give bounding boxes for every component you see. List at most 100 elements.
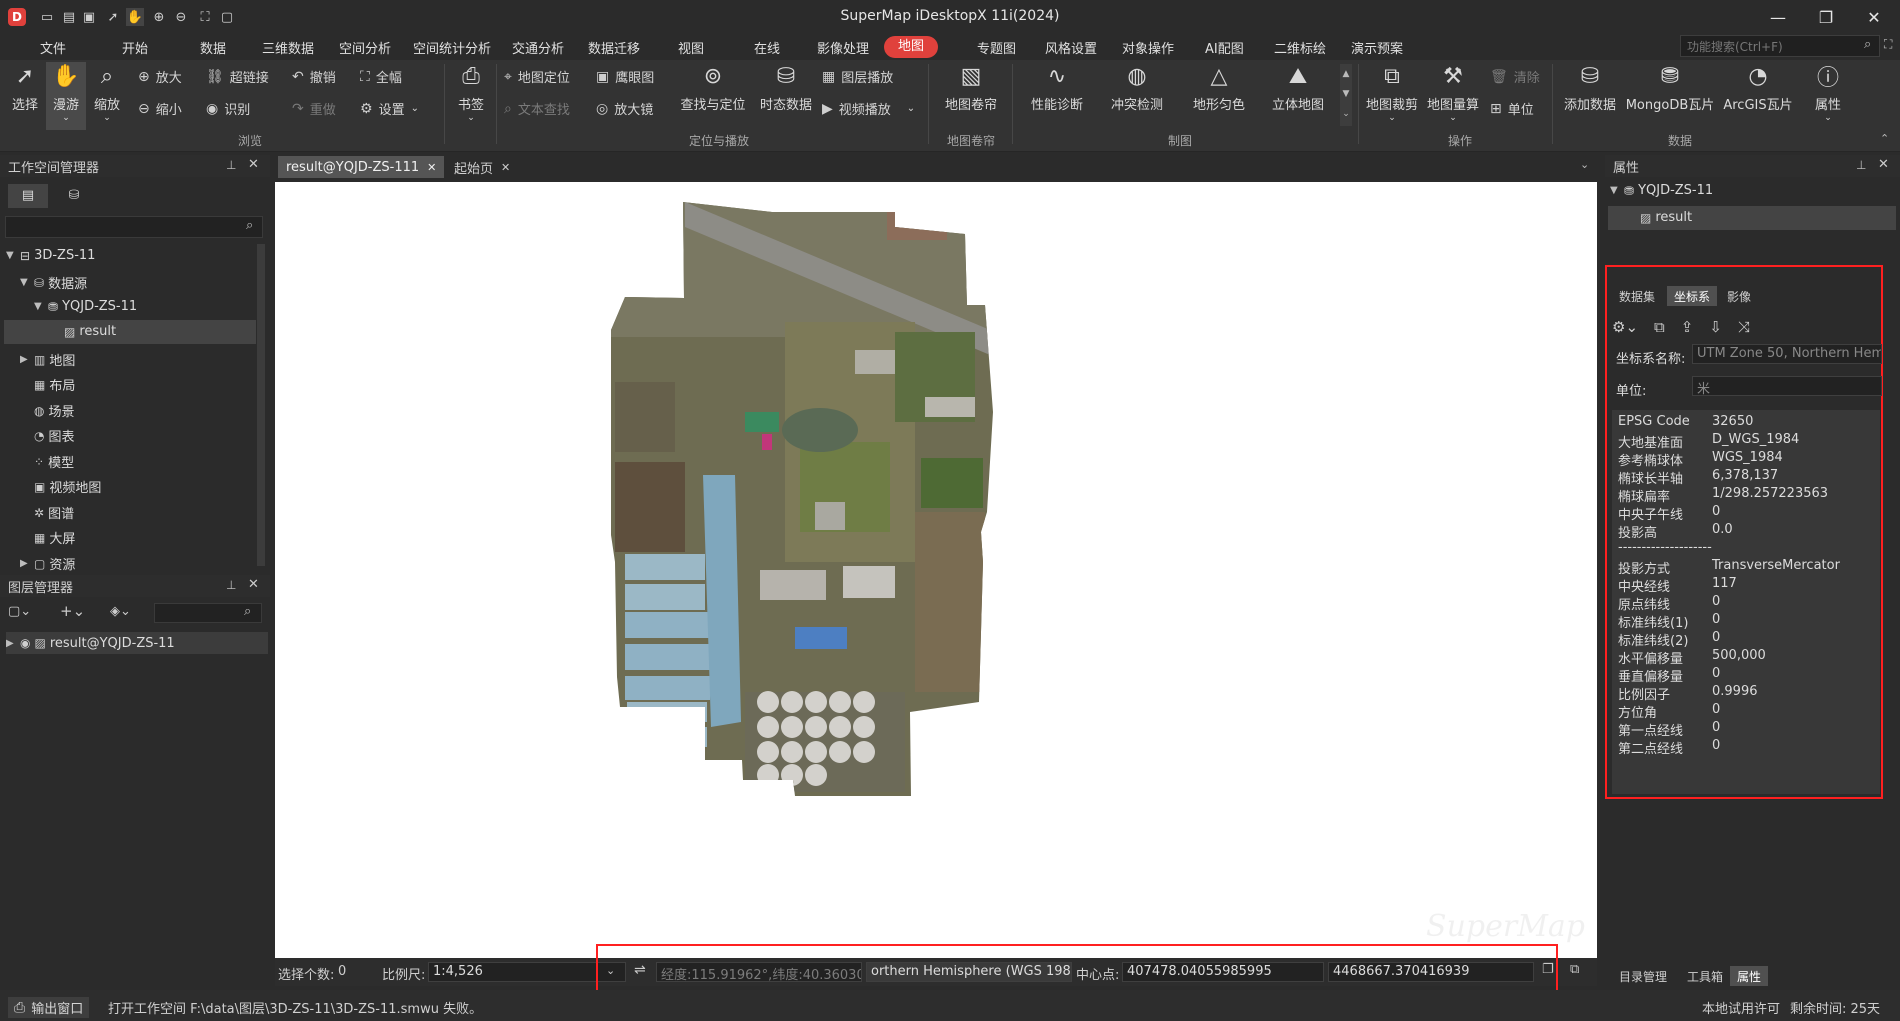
identify-button[interactable]: ◉ 识别 bbox=[206, 99, 250, 119]
swap-icon[interactable]: ⇌ bbox=[634, 962, 646, 978]
undo-button[interactable]: ↶ 撤销 bbox=[292, 67, 336, 87]
close-icon[interactable]: ✕ bbox=[427, 161, 436, 174]
output-window-button[interactable]: ⎙ 输出窗口 bbox=[8, 997, 90, 1018]
menu-online[interactable]: 在线 bbox=[754, 38, 780, 57]
ribbon-scroll-arrows[interactable]: ▲ ▼ ⌄ bbox=[1340, 64, 1352, 126]
crs-settings-icon[interactable]: ⚙⌄ bbox=[1612, 318, 1638, 336]
add-layer-icon[interactable]: +⌄ bbox=[60, 602, 85, 620]
workspace-tab-tree[interactable]: ▤ bbox=[8, 184, 48, 208]
settings-button[interactable]: ⚙ 设置 ⌄ bbox=[360, 99, 419, 119]
tree-item-scenes[interactable]: ◍ 场景 bbox=[34, 401, 75, 421]
bookmark-button[interactable]: ⎙ 书签 ⌄ bbox=[452, 62, 490, 124]
conflict-detect-button[interactable]: ◍ 冲突检测 bbox=[1106, 62, 1168, 114]
tree-item-datasource[interactable]: ▼ ⛃ YQJD-ZS-11 bbox=[34, 299, 137, 314]
properties-button[interactable]: ⓘ 属性 ⌄ bbox=[1808, 62, 1848, 123]
tab-list-chevron-icon[interactable]: ⌄ bbox=[1580, 158, 1589, 171]
zoom-button[interactable]: ⌕ 缩放 ⌄ bbox=[90, 62, 124, 124]
unit-field[interactable]: 米 bbox=[1692, 376, 1882, 396]
search-icon[interactable]: ⌕ bbox=[244, 604, 251, 619]
add-data-button[interactable]: ⛁ 添加数据 bbox=[1560, 62, 1620, 114]
center-x-input[interactable]: 407478.04055985995 bbox=[1122, 962, 1324, 982]
crs-name-field[interactable]: UTM Zone 50, Northern Hemis bbox=[1692, 344, 1882, 364]
menu-map[interactable]: 地图 bbox=[884, 36, 939, 58]
menu-traffic[interactable]: 交通分析 bbox=[512, 38, 564, 57]
workspace-scrollbar[interactable] bbox=[257, 244, 265, 566]
terrain-color-button[interactable]: △ 地形匀色 bbox=[1188, 62, 1250, 114]
function-search-input[interactable]: 功能搜索(Ctrl+F) bbox=[1680, 35, 1880, 57]
layer-open-icon[interactable]: ▢⌄ bbox=[8, 604, 31, 619]
menu-object-ops[interactable]: 对象操作 bbox=[1122, 38, 1174, 57]
menu-presentation[interactable]: 演示预案 bbox=[1351, 38, 1403, 57]
capture-icon[interactable]: ⧉ bbox=[1570, 962, 1579, 977]
tree-item-datasources[interactable]: ▼ ⛁ 数据源 bbox=[20, 273, 87, 293]
unit-button[interactable]: ⊞ 单位 bbox=[1490, 99, 1534, 119]
center-y-input[interactable]: 4468667.370416939 bbox=[1328, 962, 1534, 982]
menu-thematic[interactable]: 专题图 bbox=[977, 38, 1016, 57]
crs-import-icon[interactable]: ⇩ bbox=[1709, 318, 1722, 336]
pin-icon[interactable]: ⊥ bbox=[226, 158, 236, 172]
prop-tree-datasource[interactable]: ▼ ⛃ YQJD-ZS-11 bbox=[1610, 183, 1713, 198]
layer-item[interactable]: ▶ ◉ ▨ result@YQJD-ZS-11 bbox=[6, 632, 268, 654]
close-icon[interactable]: ✕ bbox=[1878, 157, 1889, 172]
arcgis-tile-button[interactable]: ◔ ArcGIS瓦片 bbox=[1718, 62, 1798, 114]
menu-3d-data[interactable]: 三维数据 bbox=[262, 38, 314, 57]
visible-eye-icon[interactable]: ◉ bbox=[20, 636, 30, 650]
close-icon[interactable]: ✕ bbox=[248, 157, 259, 172]
map-view[interactable]: SuperMap bbox=[275, 182, 1597, 958]
collapse-ribbon-icon[interactable]: ⌃ bbox=[1880, 132, 1889, 145]
hyperlink-button[interactable]: ⛓ 超链接 bbox=[206, 67, 269, 87]
tree-item-dataset-result[interactable]: ▨ result bbox=[64, 324, 116, 339]
map-measure-button[interactable]: ⚒ 地图量算 ⌄ bbox=[1424, 62, 1482, 124]
dynamic-data-button[interactable]: ⛁ 时态数据 bbox=[756, 62, 816, 114]
tab-catalog[interactable]: 目录管理 bbox=[1612, 966, 1674, 986]
tree-item-graph[interactable]: ✲ 图谱 bbox=[34, 503, 74, 523]
tab-properties[interactable]: 属性 bbox=[1730, 966, 1769, 986]
tree-item-workspace[interactable]: ▼ ⊟ 3D-ZS-11 bbox=[6, 248, 95, 263]
zoom-in-button[interactable]: ⊕ 放大 bbox=[138, 67, 182, 87]
menu-image[interactable]: 影像处理 bbox=[817, 38, 869, 57]
zoom-out-button[interactable]: ⊖ 缩小 bbox=[138, 99, 182, 119]
tab-toolbox[interactable]: 工具箱 bbox=[1680, 966, 1730, 986]
layer-style-icon[interactable]: ◈⌄ bbox=[110, 604, 131, 619]
expand-icon[interactable]: ⛶ bbox=[1884, 37, 1892, 52]
menu-start[interactable]: 开始 bbox=[122, 38, 148, 57]
menu-spatial-stats[interactable]: 空间统计分析 bbox=[413, 38, 491, 57]
tree-item-models[interactable]: ⁘ 模型 bbox=[34, 452, 74, 472]
copy-coords-icon[interactable]: ❐ bbox=[1542, 962, 1554, 977]
pin-icon[interactable]: ⊥ bbox=[1856, 158, 1866, 172]
close-window-button[interactable]: ✕ bbox=[1854, 4, 1894, 30]
workspace-search-input[interactable] bbox=[5, 216, 263, 238]
restore-button[interactable]: ❐ bbox=[1806, 4, 1846, 30]
tab-result-map[interactable]: result@YQJD-ZS-111 ✕ bbox=[278, 156, 445, 178]
full-extent-button[interactable]: ⛶ 全幅 bbox=[360, 67, 402, 87]
workspace-tab-resources[interactable]: ⛁ bbox=[56, 184, 92, 208]
select-button[interactable]: ➚ 选择 bbox=[8, 62, 42, 114]
layer-playback-button[interactable]: ▦ 图层播放 bbox=[822, 67, 893, 87]
tree-item-screen[interactable]: ▦ 大屏 bbox=[34, 528, 75, 548]
menu-migration[interactable]: 数据迁移 bbox=[588, 38, 640, 57]
tree-item-video-maps[interactable]: ▣ 视频地图 bbox=[34, 477, 101, 497]
map-clip-button[interactable]: ⧉ 地图裁剪 ⌄ bbox=[1364, 62, 1420, 124]
tree-item-layouts[interactable]: ▦ 布局 bbox=[34, 375, 75, 395]
pan-button[interactable]: ✋ 漫游 ⌄ bbox=[46, 62, 86, 130]
tree-item-maps[interactable]: ▶ ▥ 地图 bbox=[20, 350, 75, 370]
magnifier-button[interactable]: ◎ 放大镜 bbox=[596, 99, 653, 119]
map-scroll-button[interactable]: ▧ 地图卷帘 bbox=[940, 62, 1002, 114]
map-locate-button[interactable]: ⌖ 地图定位 bbox=[504, 67, 570, 87]
performance-diagnose-button[interactable]: ∿ 性能诊断 bbox=[1026, 62, 1088, 114]
menu-spatial-analysis[interactable]: 空间分析 bbox=[339, 38, 391, 57]
crs-transform-icon[interactable]: ⤨ bbox=[1738, 318, 1750, 336]
find-locate-button[interactable]: ⊚ 查找与定位 bbox=[678, 62, 748, 114]
close-icon[interactable]: ✕ bbox=[501, 161, 510, 174]
search-icon[interactable]: ⌕ bbox=[1864, 37, 1871, 52]
close-icon[interactable]: ✕ bbox=[248, 577, 259, 592]
tab-start-page[interactable]: 起始页 ✕ bbox=[446, 156, 518, 178]
text-find-button[interactable]: ⌕ 文本查找 bbox=[504, 99, 570, 119]
tab-image[interactable]: 影像 bbox=[1720, 286, 1758, 306]
tab-dataset[interactable]: 数据集 bbox=[1612, 286, 1662, 306]
redo-button[interactable]: ↷ 重做 bbox=[292, 99, 336, 119]
menu-style[interactable]: 风格设置 bbox=[1045, 38, 1097, 57]
menu-plotting[interactable]: 二维标绘 bbox=[1274, 38, 1326, 57]
crs-copy-icon[interactable]: ⧉ bbox=[1654, 318, 1665, 336]
minimize-button[interactable]: — bbox=[1758, 4, 1798, 30]
